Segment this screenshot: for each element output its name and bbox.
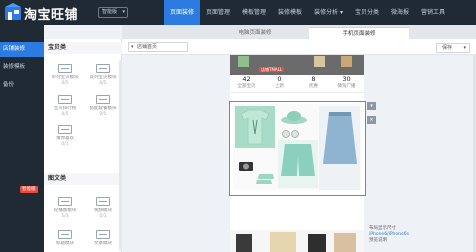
module-video[interactable]: 视频模块 0/1: [84, 197, 122, 219]
save-button[interactable]: 保存 ▾: [436, 43, 470, 53]
play-icon: [96, 197, 110, 206]
version-label: 智能版: [102, 9, 118, 15]
device-tabs: 电脑页面装修 手机页面装修: [122, 25, 476, 39]
chevron-down-icon: ▾: [463, 45, 466, 51]
module-name: 标题模块: [56, 241, 74, 246]
version-select[interactable]: 智能版 ▾: [98, 7, 128, 18]
save-label: 保存: [442, 45, 453, 51]
close-icon: ✕: [369, 117, 374, 123]
editor-toolbar: ▾ 店铺首页: [122, 39, 476, 55]
product-banner-image: [230, 230, 364, 252]
stat-new[interactable]: 0 上新: [263, 75, 296, 90]
nav-micro-poster[interactable]: 微海报: [385, 0, 415, 25]
stat-number: 42: [242, 75, 251, 83]
hot-badge: 智能版: [20, 186, 38, 193]
device-info-note: 预览说明: [369, 238, 387, 243]
module-panel: 宝贝类 单列宝贝模块 0/5 双列宝贝模块 0/5 宝贝排行榜 0/5 搭配套餐…: [44, 39, 122, 252]
nav-marketing-tools[interactable]: 营销工具: [415, 0, 451, 25]
module-ranking[interactable]: 宝贝排行榜 0/5: [46, 95, 84, 117]
left-sidebar: 店铺装修 装修模板 备份: [0, 25, 44, 252]
logo-text: 淘宝旺铺: [24, 8, 79, 23]
device-info: 布局显示尺寸 iPhone6/iPhone6s 预览说明: [369, 226, 429, 244]
page-select-label: 店铺首页: [137, 44, 158, 50]
header-thumb: [314, 56, 325, 67]
nav-template-manage[interactable]: 模板管理: [236, 0, 272, 25]
store-tag: 店铺TMALL: [259, 67, 285, 72]
module-count: 0/5: [99, 111, 107, 117]
stat-all-items[interactable]: 42 全部宝贝: [230, 75, 263, 90]
nav-item-category[interactable]: 宝贝分类: [349, 0, 385, 25]
stat-label: 优惠: [309, 84, 318, 89]
module-double-item[interactable]: 双列宝贝模块 0/5: [84, 64, 122, 86]
nav-decorate-analysis[interactable]: 装修分析 ▾: [308, 0, 349, 25]
module-icon: [58, 125, 72, 134]
tab-pc-decorate[interactable]: 电脑页面装修: [202, 27, 308, 39]
module-icon: [58, 95, 72, 104]
carousel-icon: [58, 197, 72, 206]
fashion-collage-image: [233, 104, 362, 190]
module-name: 双列宝贝模块: [89, 75, 117, 80]
module-icon: [96, 95, 110, 104]
module-count: 0/1: [61, 141, 69, 147]
nav-decorate-template[interactable]: 装修模板: [272, 0, 308, 25]
main-nav: 页面装修 页面管理 模板管理 装修模板 装修分析 ▾ 宝贝分类 微海报 营销工具: [164, 0, 451, 25]
store-stats: 42 全部宝贝 0 上新 8 优惠 30 微淘广播: [230, 75, 364, 93]
stat-label: 上新: [275, 84, 284, 89]
nav-page-manage[interactable]: 页面管理: [200, 0, 236, 25]
top-bar: 淘宝旺铺 智能版 ▾ 页面装修 页面管理 模板管理 装修模板 装修分析 ▾ 宝贝…: [0, 0, 476, 25]
module-count: 0/1: [99, 213, 107, 219]
module-count: 1/3: [61, 213, 69, 219]
module-title[interactable]: 标题模块: [46, 230, 84, 247]
stat-weitao[interactable]: 30 微淘广播: [330, 75, 363, 90]
module-single-item[interactable]: 单列宝贝模块 0/5: [46, 64, 84, 86]
section-title-baobei: 宝贝类: [44, 42, 122, 54]
text-t-icon: [58, 230, 72, 239]
delete-control[interactable]: ✕: [367, 116, 376, 124]
nav-page-decorate[interactable]: 页面装修: [164, 0, 201, 25]
text-lines-icon: [96, 230, 110, 239]
stat-discount[interactable]: 8 优惠: [297, 75, 330, 90]
module-count: 0/5: [61, 111, 69, 117]
stat-number: 0: [277, 75, 282, 83]
chevron-down-icon: ▾: [131, 44, 134, 50]
module-name: 单列宝贝模块: [51, 75, 79, 80]
module-name: 搭配套餐模块: [89, 106, 117, 111]
tab-pc-label: 电脑页面装修: [238, 30, 272, 36]
stat-number: 8: [311, 75, 316, 83]
sidebar-item-store-decorate[interactable]: 店铺装修: [0, 42, 44, 57]
header-thumb: [238, 56, 249, 67]
stat-label: 微淘广播: [337, 84, 356, 89]
stat-number: 30: [342, 75, 351, 83]
chevron-down-icon: ▾: [122, 9, 125, 15]
module-icon: [96, 64, 110, 73]
section-title-tuwen: 图文类: [44, 173, 122, 185]
collapse-control[interactable]: ▾: [367, 102, 376, 110]
module-text[interactable]: 文本模块: [84, 230, 122, 247]
module-combo-package[interactable]: 搭配套餐模块 0/5: [84, 95, 122, 117]
chevron-down-icon: ▾: [370, 103, 373, 109]
sidebar-item-decorate-template[interactable]: 装修模板: [0, 60, 44, 75]
header-thumb: [341, 56, 352, 67]
stat-label: 全部宝贝: [237, 84, 256, 89]
tab-mobile-decorate[interactable]: 手机页面装修: [309, 27, 409, 39]
module-count: 0/5: [61, 80, 69, 86]
sidebar-item-backup[interactable]: 备份: [0, 78, 44, 93]
page-select[interactable]: ▾ 店铺首页: [128, 42, 188, 52]
tab-mobile-label: 手机页面装修: [342, 31, 376, 37]
module-count: 0/5: [99, 80, 107, 86]
module-carousel[interactable]: 轮播图模块 1/3: [46, 197, 84, 219]
module-icon: [58, 64, 72, 73]
logo-icon: [5, 3, 21, 20]
module-name: 文本模块: [94, 241, 112, 246]
module-guess-you-like[interactable]: 猜你喜欢 0/1: [46, 125, 84, 147]
